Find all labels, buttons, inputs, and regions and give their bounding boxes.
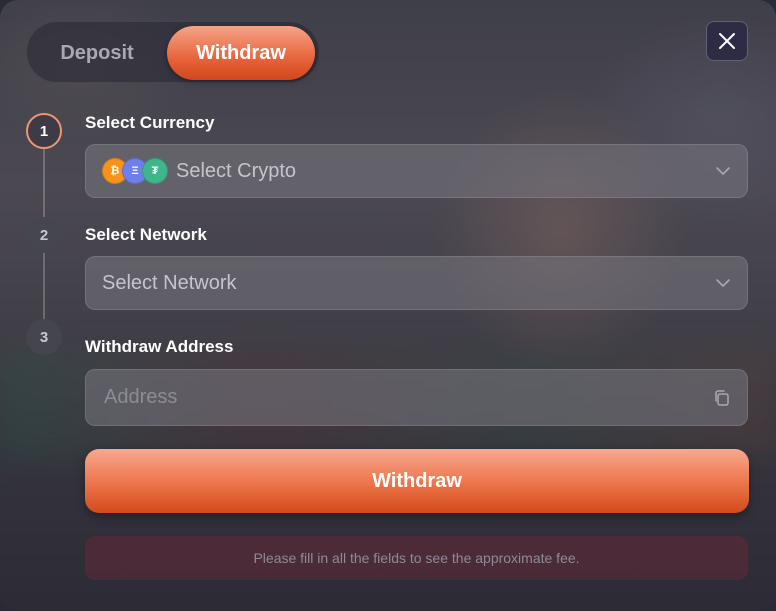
chevron-down-icon [716,279,730,287]
network-select-value: Select Network [102,271,237,294]
network-select[interactable]: Select Network [85,256,748,310]
close-button[interactable] [706,21,748,61]
withdraw-button[interactable]: Withdraw [85,449,749,513]
select-currency-label: Select Currency [85,113,215,132]
fee-notice: Please fill in all the fields to see the… [85,536,748,580]
currency-select[interactable]: ₿ Ξ ₮ Select Crypto [85,144,748,198]
coin-icons: ₿ Ξ ₮ [102,158,168,184]
select-network-label: Select Network [85,225,207,244]
tether-icon: ₮ [142,158,168,184]
step-connector [43,253,45,319]
copy-icon[interactable] [713,389,731,407]
currency-select-value: Select Crypto [176,159,297,182]
close-icon [719,33,735,49]
step-indicator-2: 2 [26,217,62,253]
address-field [85,369,748,426]
address-input[interactable] [102,385,713,410]
step-connector [43,149,45,217]
withdraw-address-label: Withdraw Address [85,337,234,356]
tab-switcher: Deposit Withdraw [26,21,320,83]
chevron-down-icon [716,167,730,175]
step-indicator-1: 1 [26,113,62,149]
withdraw-modal: Deposit Withdraw 1 2 3 Select Currency ₿… [0,0,776,611]
step-indicator-3: 3 [26,319,62,355]
tab-withdraw[interactable]: Withdraw [167,26,315,80]
tab-deposit[interactable]: Deposit [31,26,163,80]
